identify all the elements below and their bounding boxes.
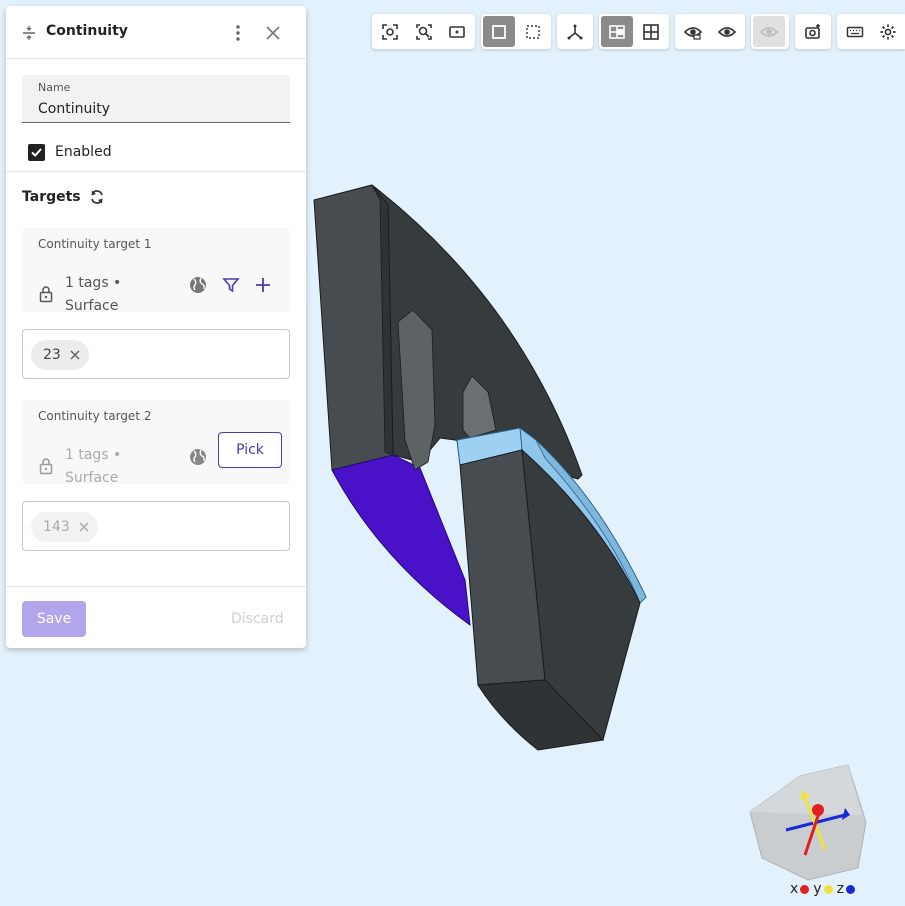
axis-legend: x y z	[790, 881, 859, 897]
chip-remove-icon[interactable]	[78, 521, 90, 533]
globe-icon[interactable]	[188, 447, 208, 467]
chip-remove-icon[interactable]	[69, 349, 81, 361]
select-box-icon	[526, 24, 540, 39]
toolbar-select-group	[481, 14, 551, 49]
more-vert-icon[interactable]	[228, 23, 248, 43]
model-right-body[interactable]	[456, 427, 647, 751]
show-button[interactable]	[711, 16, 743, 47]
settings-button[interactable]	[872, 16, 903, 47]
target-card-1[interactable]: Continuity target 1 1 tags • Surface	[22, 228, 290, 314]
y-axis-dot	[823, 884, 833, 894]
discard-button[interactable]: Discard	[231, 611, 284, 627]
shaded-view-button[interactable]	[601, 16, 633, 47]
keyboard-button[interactable]	[839, 16, 870, 47]
toolbar-eye-disabled-group	[751, 14, 789, 49]
hide-button[interactable]	[677, 16, 709, 47]
name-input[interactable]: Continuity	[38, 101, 110, 117]
grid-view-icon	[643, 23, 659, 40]
globe-icon[interactable]	[188, 275, 208, 295]
divider	[6, 171, 306, 172]
tag-chip-label: 143	[43, 519, 70, 535]
screenshot-icon	[805, 23, 820, 39]
plus-icon[interactable]	[254, 276, 272, 294]
target-tags: 1 tags •	[65, 447, 122, 463]
targets-header: Targets	[22, 189, 105, 205]
zoom-window-icon	[449, 25, 465, 38]
zoom-fit-button[interactable]	[408, 16, 440, 47]
eye-disabled-icon	[760, 26, 778, 37]
orientation-cube[interactable]	[749, 764, 867, 881]
target-card-2[interactable]: Continuity target 2 1 tags • Surface Pic…	[22, 400, 290, 486]
panel-footer: Save Discard	[6, 586, 306, 648]
check-icon	[31, 147, 42, 157]
enabled-row[interactable]: Enabled	[28, 143, 112, 161]
panel-header: Continuity	[6, 6, 306, 59]
select-box-button[interactable]	[517, 16, 549, 47]
name-field[interactable]: Name Continuity	[22, 75, 290, 123]
z-axis-dot	[845, 884, 855, 894]
shaded-view-icon	[609, 24, 625, 39]
grid-view-button[interactable]	[635, 16, 667, 47]
filter-icon[interactable]	[222, 276, 240, 294]
x-axis-label: x	[790, 881, 799, 897]
enabled-label: Enabled	[55, 144, 112, 160]
panel-title: Continuity	[46, 23, 128, 39]
lock-icon	[39, 458, 53, 475]
zoom-fit-icon	[415, 23, 432, 40]
screenshot-button[interactable]	[797, 16, 829, 47]
settings-icon	[880, 24, 895, 39]
continuity-panel: Continuity Name Continuity Enabled Targe…	[6, 6, 306, 648]
toolbar-visibility-group	[675, 14, 745, 49]
select-solid-button[interactable]	[483, 16, 515, 47]
axes-button[interactable]	[559, 16, 591, 47]
x-axis-dot	[800, 884, 810, 894]
toolbar-zoom-group	[372, 14, 475, 49]
zoom-to-selection-button[interactable]	[374, 16, 406, 47]
target-title: Continuity target 1	[38, 237, 152, 251]
keyboard-icon	[846, 26, 863, 37]
close-icon[interactable]	[264, 24, 282, 42]
lock-icon	[39, 286, 53, 303]
continuity-icon	[23, 26, 35, 40]
target-chip-box-1[interactable]: 23	[22, 329, 290, 379]
select-solid-icon	[492, 24, 506, 39]
pick-button[interactable]: Pick	[218, 432, 282, 468]
tag-chip[interactable]: 23	[31, 340, 89, 370]
zoom-window-button[interactable]	[441, 16, 473, 47]
target-type: Surface	[65, 298, 119, 314]
zoom-to-selection-icon	[382, 23, 398, 40]
toolbar-axes-group	[557, 14, 593, 49]
z-axis-label: z	[836, 881, 844, 897]
toolbar-settings-group	[837, 14, 905, 49]
axes-icon	[567, 24, 583, 39]
y-axis-label: y	[813, 881, 822, 897]
hide-icon	[684, 26, 702, 40]
show-icon	[718, 26, 736, 37]
enabled-checkbox[interactable]	[28, 143, 45, 161]
toolbar-view-group	[599, 14, 669, 49]
target-info: 1 tags • Surface	[65, 444, 121, 490]
name-label: Name	[38, 81, 71, 94]
target-chip-box-2[interactable]: 143	[22, 501, 290, 551]
refresh-icon[interactable]	[89, 189, 105, 205]
tag-chip-label: 23	[43, 347, 61, 363]
target-type: Surface	[65, 470, 119, 486]
toolbar-screenshot-group	[795, 14, 831, 49]
save-button[interactable]: Save	[22, 601, 86, 637]
tag-chip[interactable]: 143	[31, 512, 98, 542]
eye-disabled-button[interactable]	[753, 16, 785, 47]
target-tags: 1 tags •	[65, 275, 122, 291]
target-title: Continuity target 2	[38, 409, 152, 423]
target-info: 1 tags • Surface	[65, 272, 121, 318]
targets-title: Targets	[22, 189, 81, 205]
